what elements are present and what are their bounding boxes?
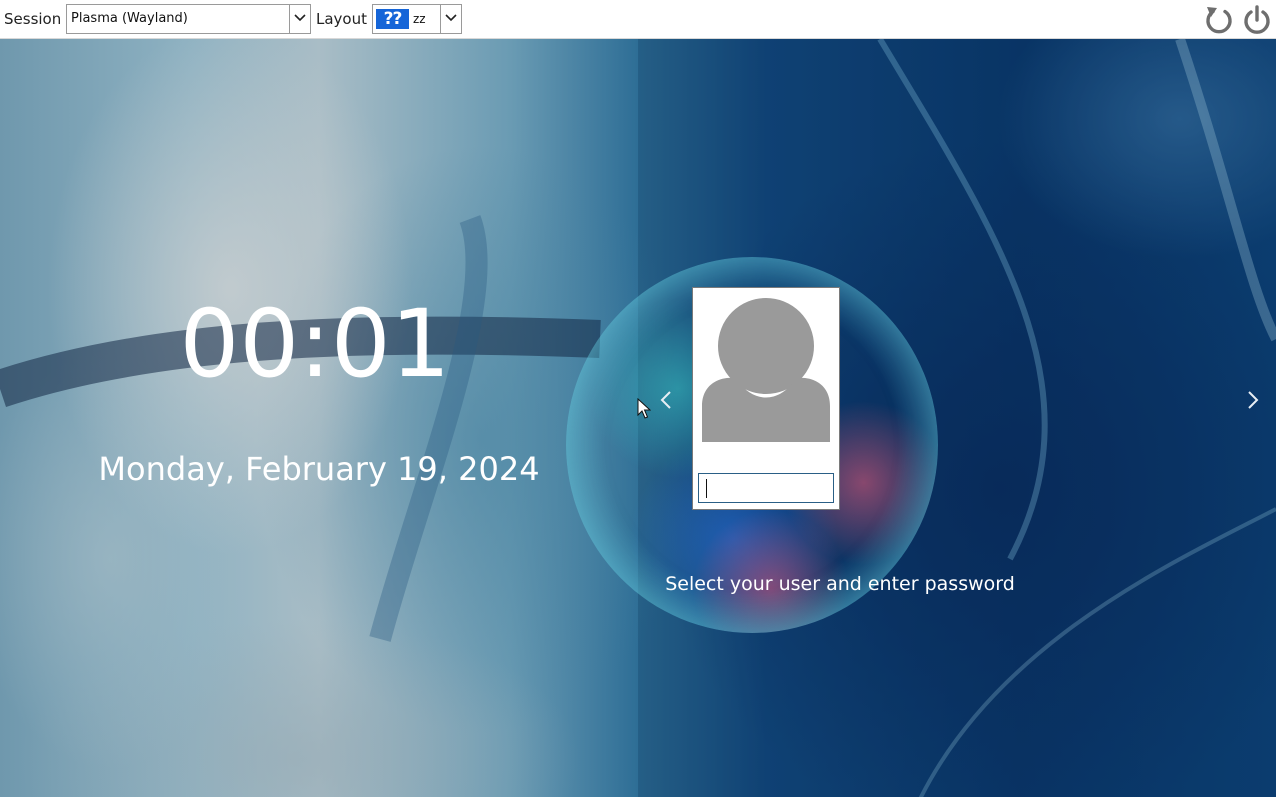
layout-code: zz [413,12,426,26]
power-icon [1244,5,1270,34]
layout-dropdown-button[interactable] [440,5,461,33]
reboot-icon [1206,7,1232,34]
layout-flag-icon: ?? [376,9,409,29]
session-dropdown-button[interactable] [289,5,310,33]
previous-user-button[interactable] [657,388,677,412]
shutdown-button[interactable] [1241,4,1273,36]
chevron-down-icon [445,14,457,22]
login-hint: Select your user and enter password [665,573,1015,595]
clock-time: 00:01 [179,290,451,399]
session-label: Session [4,10,62,28]
session-combobox[interactable]: Plasma (Wayland) [66,4,311,34]
reboot-button[interactable] [1203,4,1235,36]
mouse-pointer-icon [637,398,651,419]
text-caret [706,479,707,498]
next-user-button[interactable] [1243,388,1263,412]
password-input[interactable] [698,473,834,503]
user-avatar-icon [702,292,830,442]
chevron-left-icon [660,391,671,409]
chevron-down-icon [294,14,306,22]
clock-date: Monday, February 19, 2024 [98,450,540,488]
layout-combobox[interactable]: ?? zz [372,4,462,34]
session-value: Plasma (Wayland) [71,11,188,26]
chevron-right-icon [1248,391,1259,409]
user-card[interactable] [692,287,840,510]
top-bar: Session Plasma (Wayland) Layout ?? zz [0,0,1276,39]
layout-label: Layout [316,10,367,28]
